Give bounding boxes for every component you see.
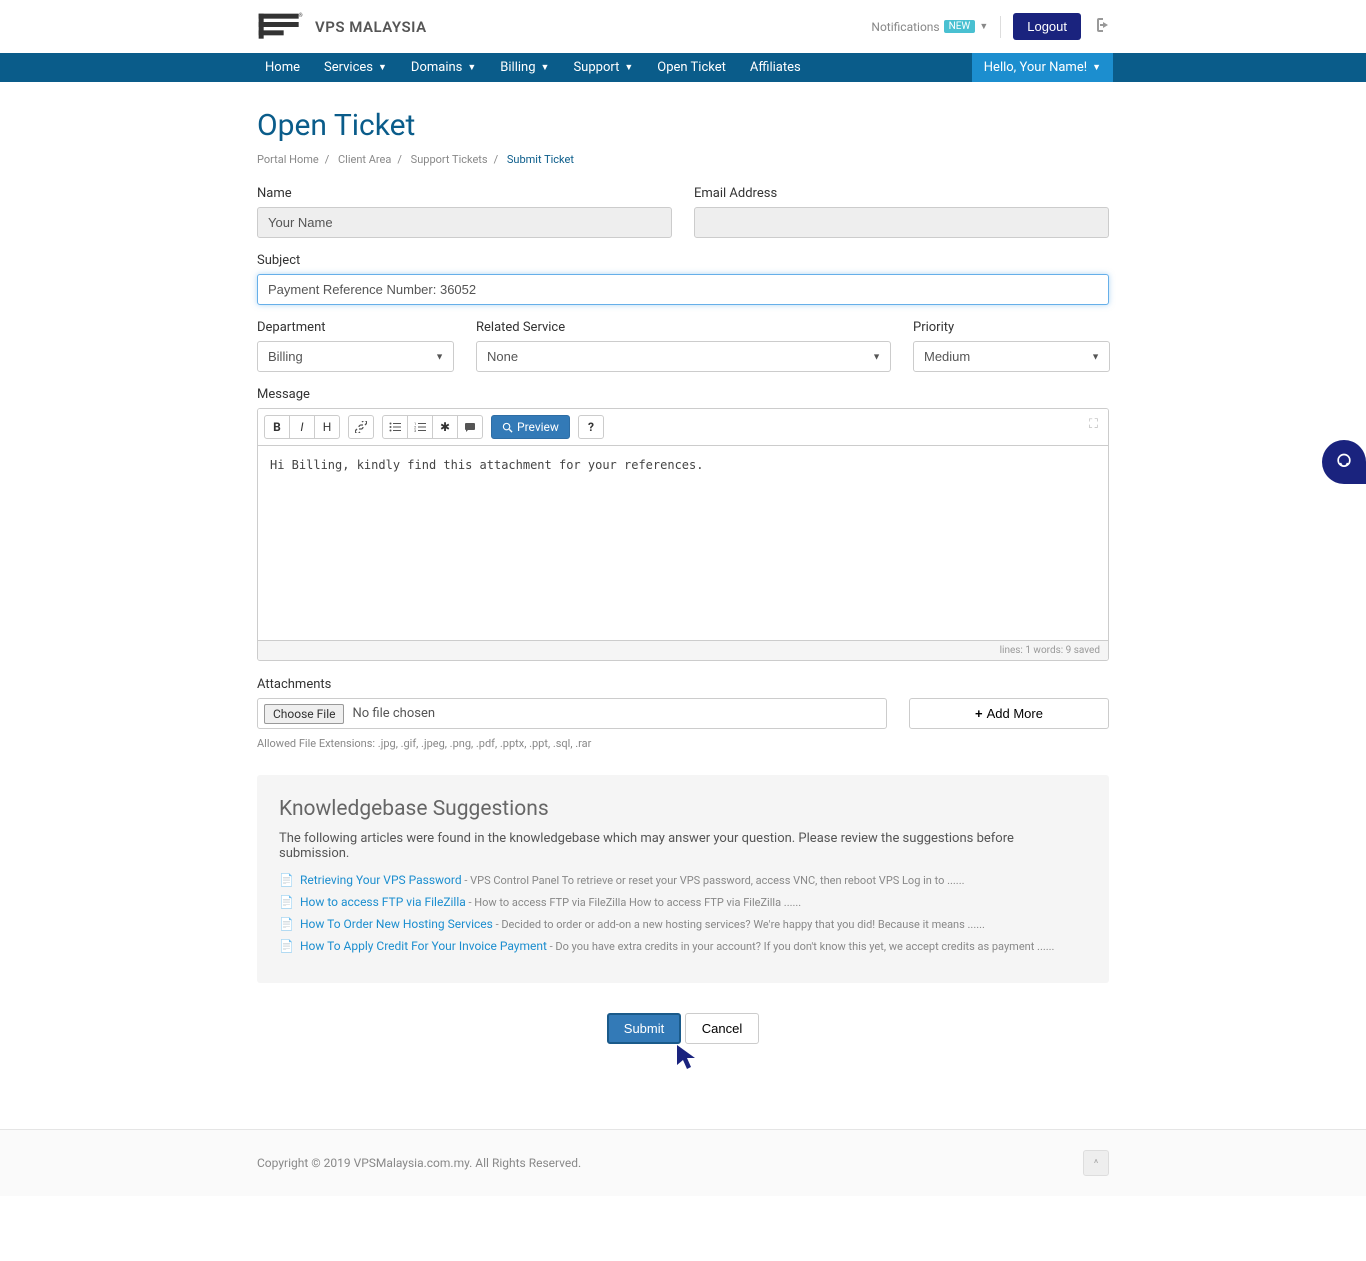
notifications-menu[interactable]: Notifications NEW ▼ (871, 20, 988, 34)
priority-select[interactable]: Medium (913, 341, 1110, 372)
department-label: Department (257, 320, 454, 335)
priority-label: Priority (913, 320, 1110, 335)
nav-home[interactable]: Home (253, 53, 312, 82)
page-title: Open Ticket (257, 108, 1109, 143)
breadcrumb-portal[interactable]: Portal Home (257, 153, 319, 166)
editor-status: lines: 1 words: 9 saved (258, 640, 1108, 660)
footer: Copyright © 2019 VPSMalaysia.com.my. All… (0, 1129, 1366, 1196)
kb-link[interactable]: Retrieving Your VPS Password (300, 873, 462, 887)
breadcrumb: Portal Home/ Client Area/ Support Ticket… (257, 153, 1109, 166)
ul-button[interactable] (382, 415, 408, 439)
main-content: Open Ticket Portal Home/ Client Area/ Su… (253, 82, 1113, 1084)
breadcrumb-tickets[interactable]: Support Tickets (411, 153, 488, 166)
nav-user-menu[interactable]: Hello, Your Name!▼ (972, 53, 1113, 82)
breadcrumb-current: Submit Ticket (507, 153, 574, 166)
top-header: ® VPS MALAYSIA Notifications NEW ▼ Logou… (253, 0, 1113, 53)
kb-link[interactable]: How to access FTP via FileZilla (300, 895, 466, 909)
help-button[interactable]: ? (578, 415, 604, 439)
subject-field[interactable] (257, 274, 1109, 305)
quote-button[interactable] (457, 415, 483, 439)
svg-text:®: ® (299, 12, 303, 19)
email-field (694, 207, 1109, 238)
chevron-down-icon: ▼ (624, 62, 633, 73)
no-file-text: No file chosen (352, 706, 435, 721)
file-input[interactable]: Choose File No file chosen (257, 698, 887, 729)
scroll-top-button[interactable]: ^ (1083, 1150, 1109, 1176)
fullscreen-icon[interactable]: ⛶ (1089, 417, 1098, 432)
kb-panel: Knowledgebase Suggestions The following … (257, 775, 1109, 983)
choose-file-button[interactable]: Choose File (264, 704, 344, 724)
logout-button[interactable]: Logout (1013, 13, 1081, 40)
nav-services[interactable]: Services▼ (312, 53, 399, 82)
chevron-down-icon: ▼ (541, 62, 550, 73)
kb-item: 📄How to access FTP via FileZilla - How t… (279, 895, 1087, 909)
signout-icon[interactable] (1093, 18, 1109, 36)
svg-text:3: 3 (414, 428, 416, 432)
nav-domains[interactable]: Domains▼ (399, 53, 488, 82)
new-badge: NEW (944, 20, 976, 33)
italic-button[interactable]: I (289, 415, 315, 439)
attachments-label: Attachments (257, 677, 1109, 692)
kb-link[interactable]: How To Apply Credit For Your Invoice Pay… (300, 939, 547, 953)
form-actions: Submit Cancel (257, 1013, 1109, 1044)
message-textarea[interactable]: Hi Billing, kindly find this attachment … (258, 446, 1108, 636)
divider (1000, 16, 1001, 38)
code-button[interactable]: ✱ (432, 415, 458, 439)
nav-open-ticket[interactable]: Open Ticket (645, 53, 738, 82)
allowed-extensions: Allowed File Extensions: .jpg, .gif, .jp… (257, 737, 1109, 750)
heading-button[interactable]: H (314, 415, 340, 439)
cursor-icon (675, 1043, 699, 1071)
ol-button[interactable]: 123 (407, 415, 433, 439)
chat-widget[interactable] (1322, 440, 1366, 484)
chevron-down-icon: ▼ (378, 62, 387, 73)
plus-icon: + (975, 706, 983, 721)
editor-toolbar: B I H 123 ✱ Preview ? ⛶ (258, 409, 1108, 446)
link-button[interactable] (348, 415, 374, 439)
logo-mark: ® (257, 10, 307, 44)
nav-billing[interactable]: Billing▼ (488, 53, 561, 82)
add-more-button[interactable]: +Add More (909, 698, 1109, 729)
submit-button[interactable]: Submit (607, 1013, 681, 1044)
document-icon: 📄 (279, 895, 294, 909)
name-field (257, 207, 672, 238)
document-icon: 📄 (279, 939, 294, 953)
kb-link[interactable]: How To Order New Hosting Services (300, 917, 493, 931)
header-right: Notifications NEW ▼ Logout (871, 13, 1109, 40)
copyright: Copyright © 2019 VPSMalaysia.com.my. All… (257, 1156, 581, 1170)
subject-label: Subject (257, 253, 1109, 268)
kb-title: Knowledgebase Suggestions (279, 797, 1087, 821)
kb-intro: The following articles were found in the… (279, 831, 1087, 861)
document-icon: 📄 (279, 873, 294, 887)
bold-button[interactable]: B (264, 415, 290, 439)
kb-item: 📄Retrieving Your VPS Password - VPS Cont… (279, 873, 1087, 887)
service-select[interactable]: None (476, 341, 891, 372)
cancel-button[interactable]: Cancel (685, 1013, 759, 1044)
department-select[interactable]: Billing (257, 341, 454, 372)
kb-item: 📄 How To Apply Credit For Your Invoice Pa… (279, 939, 1087, 953)
main-nav: Home Services▼ Domains▼ Billing▼ Support… (0, 53, 1366, 82)
brand-text: VPS MALAYSIA (315, 18, 427, 36)
message-label: Message (257, 387, 1109, 402)
nav-support[interactable]: Support▼ (561, 53, 645, 82)
nav-affiliates[interactable]: Affiliates (738, 53, 813, 82)
service-label: Related Service (476, 320, 891, 335)
chevron-down-icon: ▼ (1092, 62, 1101, 73)
message-editor: B I H 123 ✱ Preview ? ⛶ Hi Billing, kind… (257, 408, 1109, 661)
document-icon: 📄 (279, 917, 294, 931)
chevron-down-icon: ▼ (979, 21, 988, 32)
preview-button[interactable]: Preview (491, 415, 570, 439)
email-label: Email Address (694, 186, 1109, 201)
chevron-down-icon: ▼ (467, 62, 476, 73)
breadcrumb-client[interactable]: Client Area (338, 153, 391, 166)
logo[interactable]: ® VPS MALAYSIA (257, 10, 427, 44)
kb-item: 📄How To Order New Hosting Services - Dec… (279, 917, 1087, 931)
name-label: Name (257, 186, 672, 201)
notifications-label: Notifications (871, 20, 939, 34)
